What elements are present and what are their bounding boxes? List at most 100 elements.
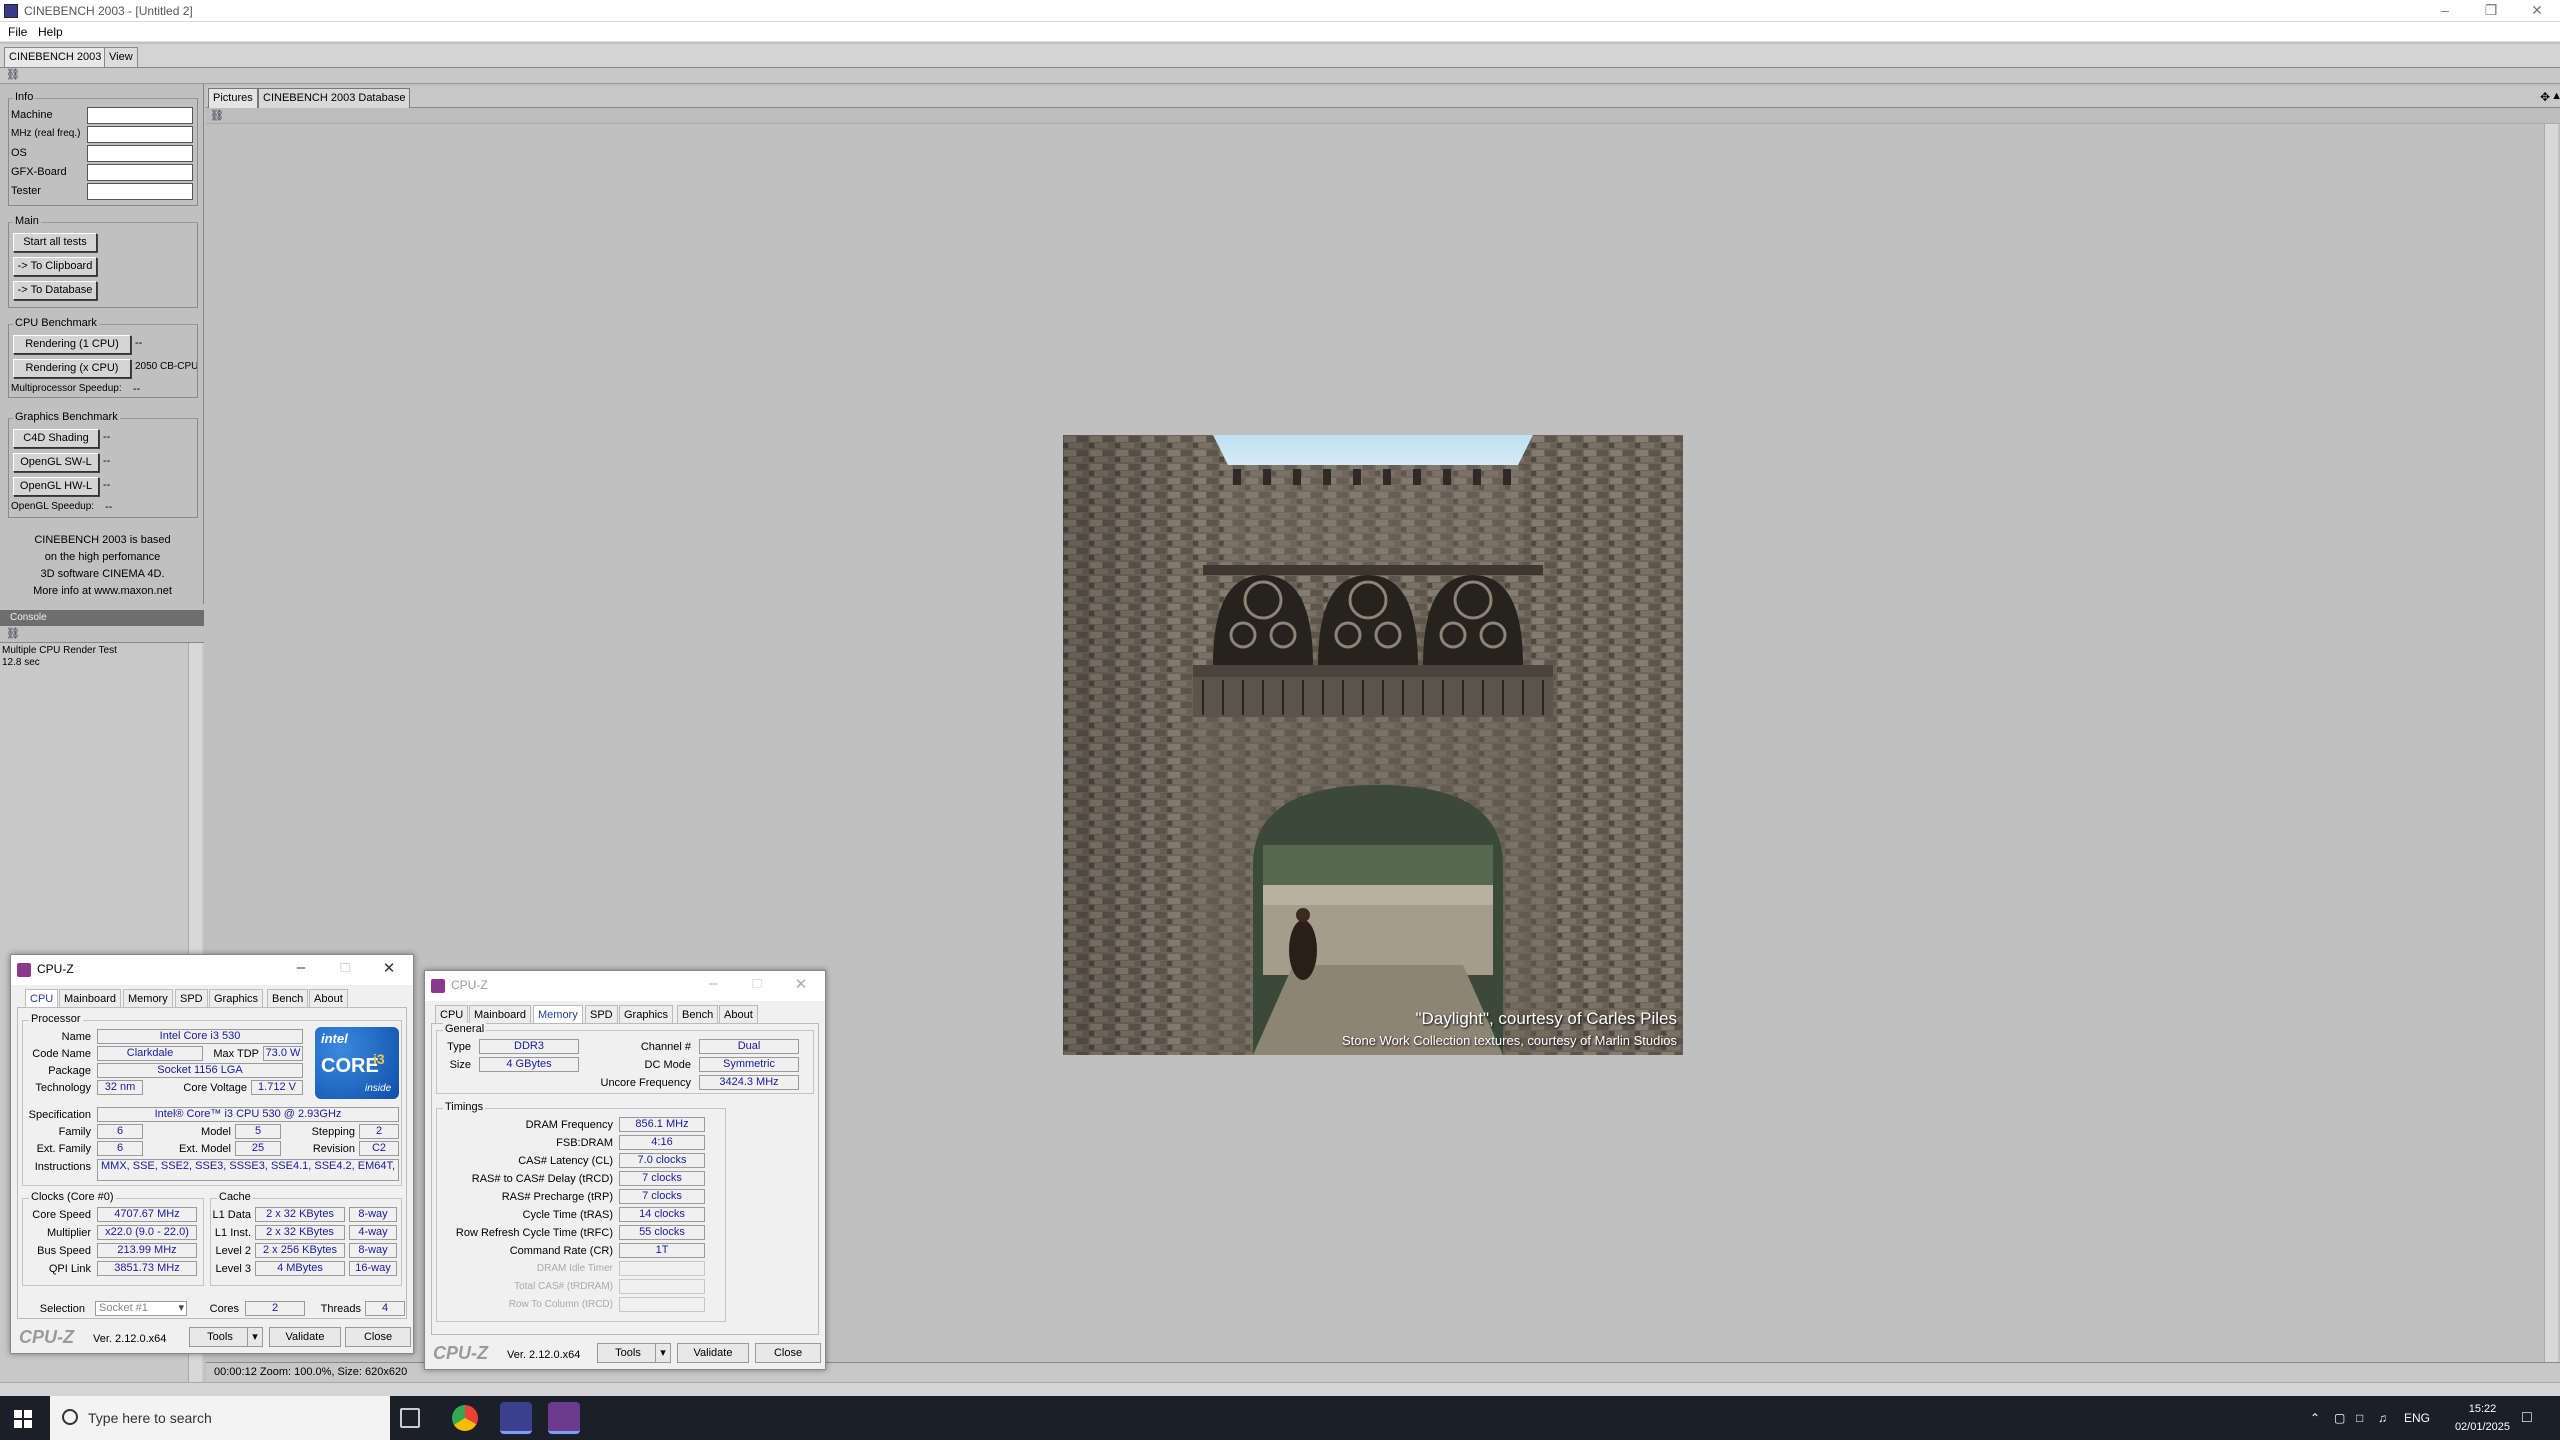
mhz-field[interactable]: [87, 126, 193, 143]
cpuz1-tab-spd[interactable]: SPD: [175, 989, 208, 1007]
cpuz1-tab-about[interactable]: About: [309, 989, 348, 1007]
restore-icon[interactable]: ❐: [2468, 0, 2514, 22]
selection-dropdown[interactable]: Socket #1 ▾: [95, 1301, 187, 1316]
task-view-icon[interactable]: [400, 1408, 420, 1428]
timing-value: 14 clocks: [619, 1207, 705, 1222]
cpuz2-tab-graphics[interactable]: Graphics: [619, 1005, 674, 1023]
os-field[interactable]: [87, 145, 193, 162]
close-button[interactable]: Close: [755, 1343, 821, 1363]
picture-pin-icon[interactable]: ⛓: [210, 111, 224, 122]
general-title: General: [443, 1023, 487, 1035]
picture-vscroll[interactable]: [2544, 124, 2558, 1362]
render-scene: [1063, 435, 1683, 1055]
timing-label: Command Rate (CR): [509, 1245, 613, 1257]
cpuz1-tab-cpu[interactable]: CPU: [25, 989, 59, 1007]
opengl-hwl-button[interactable]: OpenGL HW-L: [13, 477, 99, 496]
type-label: Type: [447, 1041, 471, 1053]
move-icon[interactable]: ✥: [2540, 90, 2550, 104]
cpuz1-close-icon[interactable]: ✕: [369, 959, 409, 977]
l3-way: 16-way: [349, 1261, 397, 1276]
name-label: Name: [61, 1031, 91, 1043]
tab-pictures[interactable]: Pictures: [208, 88, 258, 108]
tab-view[interactable]: View: [104, 47, 138, 67]
ext-family-value: 6: [97, 1141, 143, 1156]
console-header: Console: [0, 610, 204, 626]
tab-cinebench[interactable]: CINEBENCH 2003: [4, 47, 107, 67]
validate-button[interactable]: Validate: [269, 1327, 341, 1347]
minimize-icon[interactable]: –: [2422, 0, 2468, 22]
cpuz2-tab-memory[interactable]: Memory: [533, 1005, 583, 1023]
cpuz2-tab-about[interactable]: About: [719, 1005, 758, 1023]
console-title: Console: [10, 612, 47, 623]
cpuz2-tab-cpu[interactable]: CPU: [435, 1005, 469, 1023]
validate-button[interactable]: Validate: [677, 1343, 749, 1363]
tools-button[interactable]: Tools: [189, 1327, 251, 1347]
spec-value: Intel® Core™ i3 CPU 530 @ 2.93GHz: [97, 1107, 399, 1122]
cpuz1-tab-bench[interactable]: Bench: [267, 989, 309, 1007]
status-text: 00:00:12 Zoom: 100.0%, Size: 620x620: [214, 1366, 408, 1378]
bus-speed-value: 213.99 MHz: [97, 1243, 197, 1258]
console-pin-icon[interactable]: ⛓: [6, 629, 20, 640]
cpuz2-tab-spd[interactable]: SPD: [585, 1005, 618, 1023]
voltage-value: 1.712 V: [251, 1080, 303, 1095]
volume-icon[interactable]: ♫: [2378, 1396, 2387, 1440]
intel-core: CORE: [321, 1055, 379, 1077]
threads-value: 4: [365, 1301, 405, 1316]
tab-database[interactable]: CINEBENCH 2003 Database: [258, 88, 411, 108]
cpuz1-tab-graphics[interactable]: Graphics: [209, 989, 264, 1007]
gfx-field[interactable]: [87, 164, 193, 181]
cinebench-taskbar-icon[interactable]: [500, 1402, 532, 1434]
timing-value: 4:16: [619, 1135, 705, 1150]
cpuz2-tab-bench[interactable]: Bench: [677, 1005, 719, 1023]
notification-icon[interactable]: □: [2522, 1396, 2532, 1440]
cpuz-taskbar-icon[interactable]: [548, 1402, 580, 1434]
pin-icon[interactable]: ⛓: [6, 70, 20, 81]
opengl-swl-button[interactable]: OpenGL SW-L: [13, 453, 99, 472]
cpuz1-tab-memory[interactable]: Memory: [123, 989, 173, 1007]
to-database-button[interactable]: -> To Database: [13, 281, 97, 300]
cpuz1-minimize-icon[interactable]: –: [281, 959, 321, 976]
uncore-value: 3424.3 MHz: [699, 1075, 799, 1090]
start-all-tests-button[interactable]: Start all tests: [13, 233, 97, 252]
rendering-1cpu-button[interactable]: Rendering (1 CPU): [13, 335, 131, 354]
tools-button[interactable]: Tools: [597, 1343, 659, 1363]
c4d-shading-button[interactable]: C4D Shading: [13, 429, 99, 448]
horizontal-scrollbar[interactable]: [0, 1382, 2560, 1396]
to-clipboard-button[interactable]: -> To Clipboard: [13, 257, 97, 276]
taskbar-clock[interactable]: 15:22 02/01/2025: [2455, 1400, 2510, 1436]
fullscreen-icon[interactable]: ▲: [2551, 90, 2560, 102]
cpuz1-footer: CPU-Z Ver. 2.12.0.x64 Tools ▾ Validate C…: [11, 1321, 413, 1353]
close-button[interactable]: Close: [345, 1327, 411, 1347]
cpuz2-body: General Type DDR3 Size 4 GBytes Channel …: [431, 1023, 819, 1335]
about-line-4: More info at www.maxon.net: [33, 585, 172, 597]
rendering-1cpu-value: --: [135, 337, 143, 349]
cpuz2-close-icon[interactable]: ✕: [781, 975, 821, 993]
cpuz2-tab-mainboard[interactable]: Mainboard: [469, 1005, 531, 1023]
taskbar-search-box[interactable]: Type here to search: [50, 1396, 390, 1440]
network-icon[interactable]: □: [2356, 1396, 2363, 1440]
core-speed-value: 4707.67 MHz: [97, 1207, 197, 1222]
close-icon[interactable]: ✕: [2514, 0, 2560, 22]
tools-dropdown-icon[interactable]: ▾: [655, 1343, 671, 1363]
timing-label: CAS# Latency (CL): [518, 1155, 613, 1167]
machine-field[interactable]: [87, 107, 193, 124]
cpuz1-tab-mainboard[interactable]: Mainboard: [59, 989, 121, 1007]
family-label: Family: [58, 1126, 91, 1138]
tools-dropdown-icon[interactable]: ▾: [247, 1327, 263, 1347]
chrome-icon[interactable]: [452, 1405, 478, 1431]
tester-field[interactable]: [87, 183, 193, 200]
render-caption-1: "Daylight", courtesy of Carles Piles: [1415, 1009, 1678, 1028]
menu-help[interactable]: Help: [38, 25, 63, 39]
windows-start-icon[interactable]: [14, 1410, 32, 1428]
l1d-value: 2 x 32 KBytes: [255, 1207, 345, 1222]
tray-device-icon[interactable]: ▢: [2334, 1396, 2345, 1440]
mhz-label: MHz (real freq.): [11, 128, 81, 139]
processor-title: Processor: [29, 1013, 83, 1025]
language-indicator[interactable]: ENG: [2404, 1396, 2430, 1440]
tray-chevron-icon[interactable]: ⌃: [2310, 1396, 2320, 1440]
rendering-xcpu-button[interactable]: Rendering (x CPU): [13, 359, 131, 378]
menu-file[interactable]: File: [8, 25, 27, 39]
cpuz2-minimize-icon[interactable]: –: [693, 975, 733, 992]
l1d-label: L1 Data: [212, 1209, 251, 1221]
left-panel: Info Machine MHz (real freq.) OS GFX-Boa…: [0, 84, 204, 604]
